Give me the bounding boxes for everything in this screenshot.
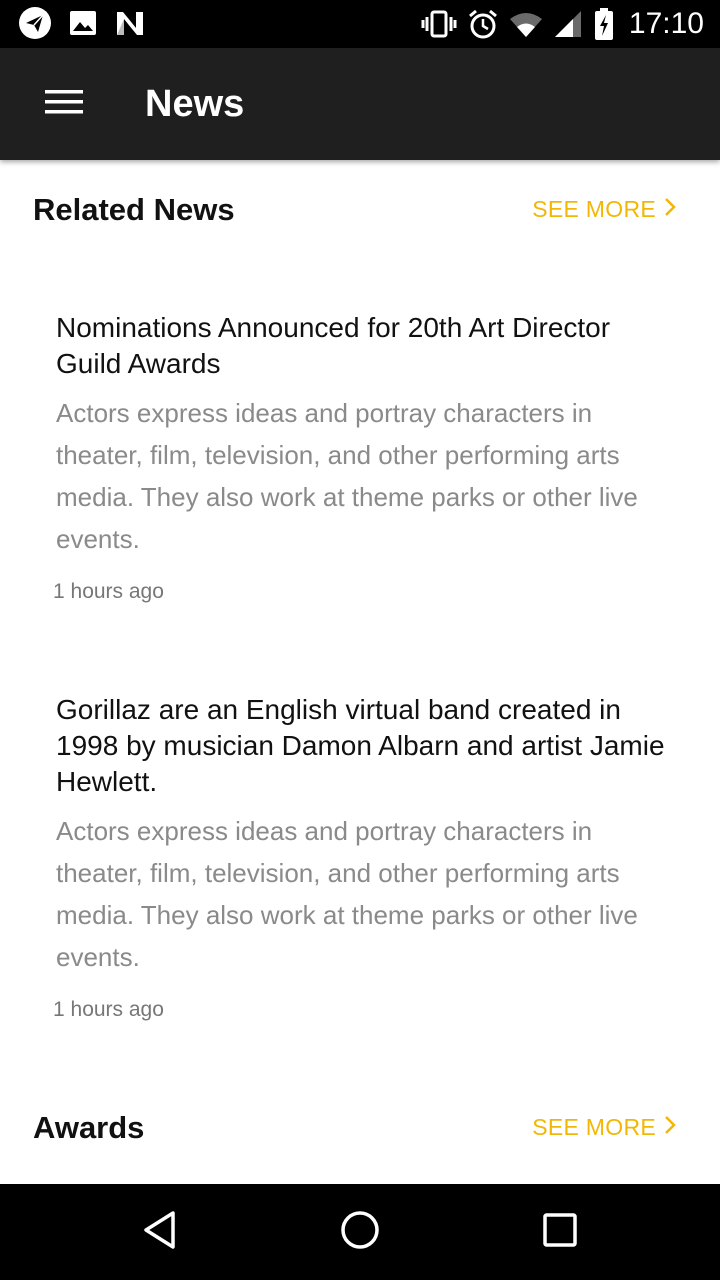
section-title: Related News [33,192,235,227]
main-content[interactable]: Related News SEE MORE Nominations Announ… [0,160,720,1184]
battery-icon [593,7,615,41]
see-more-label: SEE MORE [532,196,656,222]
menu-button[interactable] [30,72,98,136]
status-right-icons: 17:10 [421,0,704,48]
chevron-right-icon [664,197,676,222]
home-button[interactable] [300,1184,420,1280]
status-bar: 17:10 [0,0,720,48]
section-header-related-news: Related News SEE MORE [0,176,720,236]
news-timestamp: 1 hours ago [53,998,164,1021]
status-time: 17:10 [628,7,704,40]
news-item[interactable]: Gorillaz are an English virtual band cre… [0,692,720,1028]
page-title: News [145,83,245,125]
signal-icon [553,9,583,39]
section-title: Awards [33,1110,145,1145]
n-icon [114,8,146,38]
home-icon [340,1210,380,1255]
app-bar: News [0,48,720,160]
back-button[interactable] [100,1184,220,1280]
vibrate-icon [421,9,457,39]
navigation-bar [0,1184,720,1280]
see-more-button[interactable]: SEE MORE [532,196,676,223]
news-description: Actors express ideas and portray charact… [56,816,638,972]
recents-icon [542,1212,578,1253]
recents-button[interactable] [500,1184,620,1280]
see-more-label: SEE MORE [532,1114,656,1140]
news-description: Actors express ideas and portray charact… [56,398,638,554]
news-item[interactable]: Nominations Announced for 20th Art Direc… [0,310,720,610]
see-more-button[interactable]: SEE MORE [532,1114,676,1141]
news-title: Nominations Announced for 20th Art Direc… [56,312,611,379]
news-timestamp: 1 hours ago [53,580,164,603]
news-title: Gorillaz are an English virtual band cre… [56,694,665,797]
telegram-icon [18,6,52,40]
back-icon [142,1210,178,1255]
section-header-awards: Awards SEE MORE [0,1094,720,1154]
chevron-right-icon [664,1115,676,1140]
wifi-icon [509,10,543,38]
alarm-icon [467,8,499,40]
status-left-icons [18,6,146,40]
hamburger-menu-icon [45,89,83,120]
image-icon [68,8,98,38]
